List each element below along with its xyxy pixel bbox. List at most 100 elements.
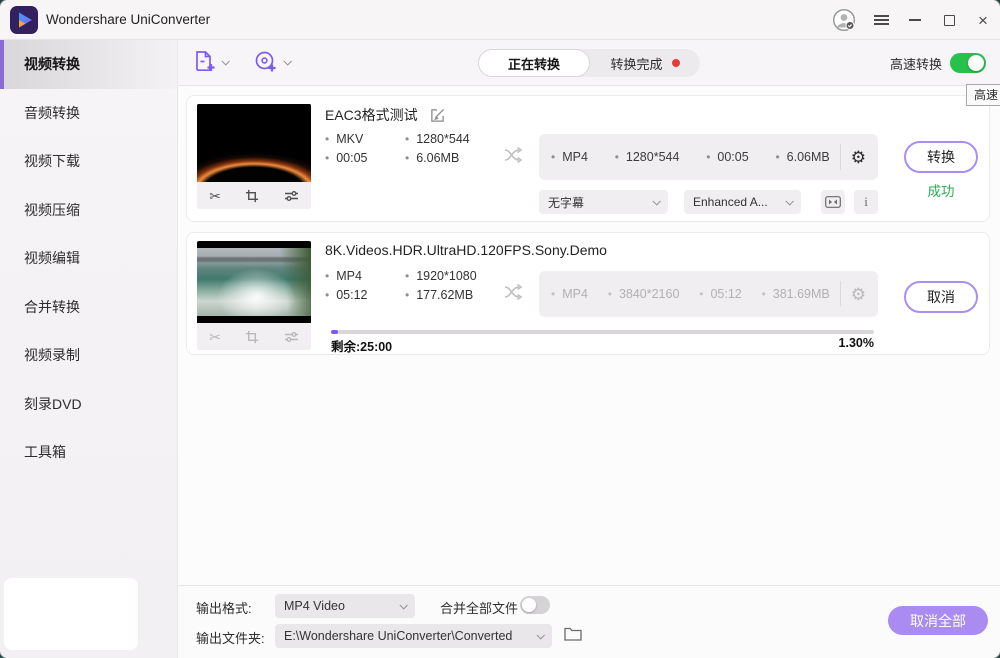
sidebar-item-label: 视频转换 (24, 54, 80, 74)
source-info: MP4 1920*1080 05:12 177.62MB (325, 269, 477, 302)
sidebar-item-toolbox[interactable]: 工具箱 (0, 428, 177, 477)
divider (840, 144, 841, 170)
sidebar-item-merge-convert[interactable]: 合并转换 (0, 283, 177, 332)
subtitle-select[interactable]: 无字幕 (539, 190, 668, 214)
output-folder-select[interactable]: E:\Wondershare UniConverter\Converted (275, 624, 552, 648)
toggle-knob (522, 598, 536, 612)
chevron-down-icon (221, 57, 229, 65)
tab-converting-label: 正在转换 (508, 54, 560, 73)
source-duration: 00:05 (325, 151, 405, 165)
highspeed-toggle[interactable] (950, 53, 986, 73)
highspeed-tooltip: 高速 (966, 84, 1000, 106)
output-format-value: MP4 Video (284, 599, 345, 613)
highspeed-label: 高速转换 (890, 54, 942, 73)
time-remaining: 剩余:25:00 (331, 336, 392, 355)
sidebar-item-screen-record[interactable]: 视频录制 (0, 331, 177, 380)
status-tabs: 正在转换 转换完成 (478, 49, 700, 77)
sidebar-item-label: 视频压缩 (24, 200, 80, 220)
sidebar-item-video-download[interactable]: 视频下载 (0, 137, 177, 186)
output-format-select[interactable]: MP4 Video (275, 594, 415, 618)
add-file-button[interactable] (194, 50, 228, 73)
maximize-icon[interactable] (932, 0, 966, 40)
sidebar-item-burn-dvd[interactable]: 刻录DVD (0, 380, 177, 429)
target-info: MP4 3840*2160 05:12 381.69MB ⚙ (539, 271, 878, 317)
crop-icon (245, 330, 259, 344)
crop-icon[interactable] (245, 189, 259, 203)
target-format: MP4 (551, 150, 588, 164)
target-size: 6.06MB (775, 150, 829, 164)
source-size: 6.06MB (405, 151, 470, 165)
settings-gear-icon[interactable]: ⚙ (851, 286, 866, 303)
cancel-all-label: 取消全部 (910, 611, 966, 631)
target-format: MP4 (551, 287, 588, 301)
effects-sliders-icon[interactable] (284, 189, 299, 203)
sidebar-item-video-compress[interactable]: 视频压缩 (0, 186, 177, 235)
app-window: Wondershare UniConverter × 视频转换 音频转换 视频下… (0, 0, 1000, 658)
toolbar: 正在转换 转换完成 高速转换 (178, 40, 1000, 86)
corner-panel (4, 578, 138, 650)
add-disc-button[interactable] (254, 50, 290, 73)
audio-select[interactable]: Enhanced A... (684, 190, 801, 214)
toggle-knob (968, 55, 984, 71)
target-resolution: 1280*544 (615, 150, 680, 164)
account-icon[interactable] (824, 0, 864, 40)
output-folder-value: E:\Wondershare UniConverter\Converted (284, 629, 512, 643)
close-icon[interactable]: × (966, 0, 1000, 40)
app-logo-icon (10, 6, 38, 34)
effects-sliders-icon (284, 330, 299, 344)
source-format: MKV (325, 132, 405, 146)
sidebar-item-audio-convert[interactable]: 音频转换 (0, 89, 177, 138)
sidebar-item-label: 合并转换 (24, 297, 80, 317)
cancel-button[interactable]: 取消 (904, 281, 978, 313)
task-row: ✂ EAC3格式测试 MKV 1280*544 00:05 (186, 95, 990, 222)
finished-badge (672, 59, 680, 67)
open-folder-icon[interactable] (564, 626, 582, 641)
output-folder-label: 输出文件夹: (196, 628, 265, 647)
source-info: MKV 1280*544 00:05 6.06MB (325, 132, 470, 165)
target-duration: 00:05 (706, 150, 748, 164)
trim-scissors-icon[interactable]: ✂ (209, 189, 221, 203)
sidebar-item-video-convert[interactable]: 视频转换 (0, 40, 177, 89)
cancel-all-button[interactable]: 取消全部 (888, 606, 988, 635)
video-thumbnail: ✂ (197, 241, 311, 350)
sidebar: 视频转换 音频转换 视频下载 视频压缩 视频编辑 合并转换 视频录制 刻录DVD… (0, 40, 178, 658)
edit-title-icon[interactable] (430, 108, 445, 123)
titlebar: Wondershare UniConverter × (0, 0, 1000, 40)
tab-finished[interactable]: 转换完成 (590, 49, 700, 77)
chevron-down-icon (399, 601, 407, 609)
add-disc-icon (254, 50, 277, 73)
divider (840, 281, 841, 307)
task-title: EAC3格式测试 (325, 105, 418, 125)
settings-gear-icon[interactable]: ⚙ (851, 149, 866, 166)
source-size: 177.62MB (405, 288, 477, 302)
menu-icon[interactable] (864, 0, 898, 40)
thumbnail-image (197, 104, 311, 182)
source-duration: 05:12 (325, 288, 405, 302)
progress-bar (331, 330, 874, 334)
convert-shuffle-icon (503, 281, 525, 303)
convert-button-label: 转换 (927, 147, 955, 167)
convert-shuffle-icon (503, 144, 525, 166)
minimize-icon[interactable] (898, 0, 932, 40)
info-icon[interactable]: i (854, 190, 878, 214)
merge-all-toggle[interactable] (520, 596, 550, 614)
convert-button[interactable]: 转换 (904, 141, 978, 173)
merge-all-label: 合并全部文件 (440, 598, 518, 617)
target-resolution: 3840*2160 (608, 287, 680, 301)
source-resolution: 1920*1080 (405, 269, 477, 283)
tab-finished-label: 转换完成 (610, 54, 662, 73)
sidebar-item-video-edit[interactable]: 视频编辑 (0, 234, 177, 283)
sidebar-item-label: 音频转换 (24, 103, 80, 123)
thumbnail-toolbar: ✂ (197, 182, 311, 209)
sidebar-item-label: 视频录制 (24, 345, 80, 365)
collapse-icon[interactable] (821, 190, 845, 214)
task-title: 8K.Videos.HDR.UltraHD.120FPS.Sony.Demo (325, 242, 607, 258)
window-controls: × (824, 0, 1000, 40)
task-row: ✂ 8K.Videos.HDR.UltraHD.120FPS.Sony.Demo… (186, 232, 990, 355)
chevron-down-icon (536, 631, 544, 639)
add-file-icon (194, 50, 215, 73)
audio-select-value: Enhanced A... (693, 195, 768, 209)
target-duration: 05:12 (699, 287, 741, 301)
source-format: MP4 (325, 269, 405, 283)
tab-converting[interactable]: 正在转换 (478, 49, 590, 77)
